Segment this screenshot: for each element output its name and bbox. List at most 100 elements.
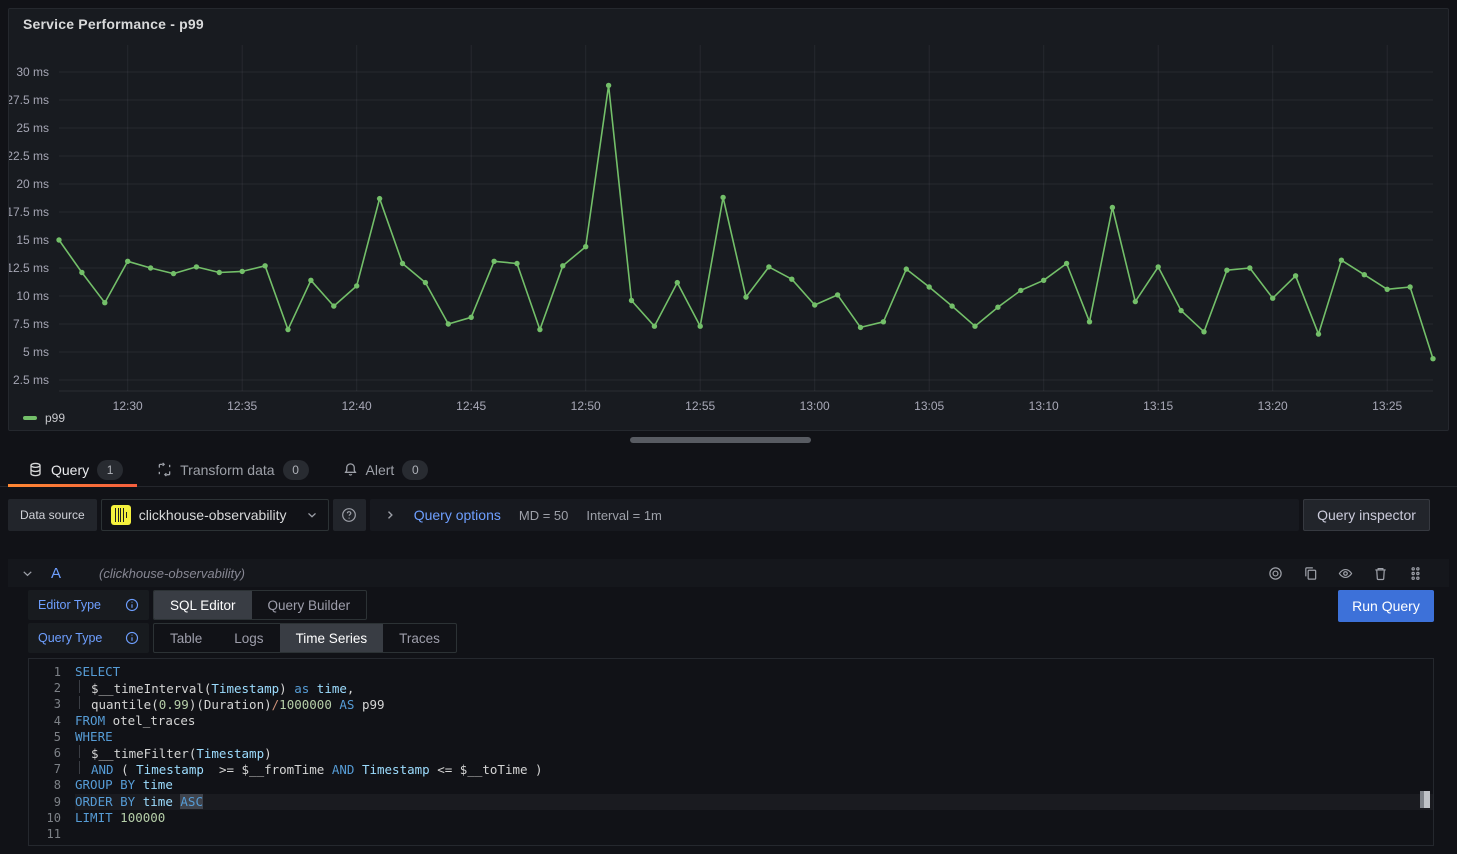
sql-token: >= <box>204 762 242 777</box>
sql-token: ) <box>279 681 287 696</box>
legend-item-p99[interactable]: p99 <box>23 411 65 425</box>
line-number: 5 <box>29 729 61 745</box>
y-tick-label: 10 ms <box>16 289 49 303</box>
tab-count-badge: 1 <box>97 460 123 480</box>
sql-token <box>354 762 362 777</box>
data-point <box>377 196 382 201</box>
eye-icon[interactable] <box>1338 566 1353 581</box>
series-line <box>59 85 1433 358</box>
data-point <box>1201 329 1206 334</box>
sql-token: AS <box>332 697 355 712</box>
sql-token: 0.99 <box>159 697 189 712</box>
panel-scrollbar[interactable] <box>630 437 811 443</box>
query-type-time-series[interactable]: Time Series <box>280 624 384 652</box>
code-line[interactable]: 8 GROUP BY time <box>29 777 1433 793</box>
x-tick-label: 13:15 <box>1143 399 1173 413</box>
data-point <box>56 237 61 242</box>
sql-code-editor[interactable]: 1SELECT2 $__timeInterval(Timestamp) as ti… <box>28 658 1434 846</box>
drag-handle-icon[interactable] <box>1408 566 1423 581</box>
query-row-header[interactable]: A (clickhouse-observability) <box>8 559 1449 587</box>
data-point <box>858 325 863 330</box>
data-point <box>217 270 222 275</box>
y-tick-label: 22.5 ms <box>9 149 49 163</box>
line-number: 3 <box>29 696 61 712</box>
code-text: $__timeFilter(Timestamp) <box>75 745 1433 761</box>
data-point <box>308 278 313 283</box>
timeseries-chart[interactable]: 30 ms27.5 ms25 ms22.5 ms20 ms17.5 ms15 m… <box>9 9 1450 432</box>
data-point <box>583 244 588 249</box>
data-point <box>148 265 153 270</box>
query-type-traces[interactable]: Traces <box>383 624 456 652</box>
y-tick-label: 12.5 ms <box>9 261 49 275</box>
duplicate-icon[interactable] <box>1303 566 1318 581</box>
trash-icon[interactable] <box>1373 566 1388 581</box>
timeseries-panel: 30 ms27.5 ms25 ms22.5 ms20 ms17.5 ms15 m… <box>8 8 1449 431</box>
data-point <box>240 269 245 274</box>
datasource-label: Data source <box>8 499 97 531</box>
code-line[interactable]: 1SELECT <box>29 664 1433 680</box>
editor-type-query-builder[interactable]: Query Builder <box>252 591 367 619</box>
datasource-help-button[interactable] <box>333 499 366 531</box>
editor-type-row: Editor Type SQL Editor Query Builder <box>28 590 367 620</box>
tab-label: Transform data <box>180 462 274 478</box>
data-point <box>881 319 886 324</box>
code-text: WHERE <box>75 729 1433 745</box>
chevron-down-icon[interactable] <box>20 566 35 581</box>
code-line[interactable]: 10LIMIT 100000 <box>29 810 1433 826</box>
data-point <box>789 277 794 282</box>
y-tick-label: 17.5 ms <box>9 205 49 219</box>
clickhouse-logo-icon <box>111 505 131 525</box>
run-query-button[interactable]: Run Query <box>1338 590 1434 622</box>
line-number: 9 <box>29 794 61 810</box>
data-point <box>972 324 977 329</box>
data-point <box>675 280 680 285</box>
query-options-toggle[interactable]: Query options MD = 50 Interval = 1m <box>370 499 1299 531</box>
data-point <box>79 270 84 275</box>
data-point <box>1178 308 1183 313</box>
code-line[interactable]: 2 $__timeInterval(Timestamp) as time, <box>29 680 1433 696</box>
data-point <box>904 266 909 271</box>
code-line[interactable]: 3 quantile(0.99)(Duration)/1000000 AS p99 <box>29 696 1433 712</box>
code-line[interactable]: 6$__timeFilter(Timestamp) <box>29 745 1433 761</box>
sql-token: , <box>347 681 355 696</box>
panel-title: Service Performance - p99 <box>23 16 204 32</box>
line-number: 2 <box>29 680 61 696</box>
editor-type-sql-editor[interactable]: SQL Editor <box>154 591 252 619</box>
sql-token: time <box>135 777 173 792</box>
query-type-table[interactable]: Table <box>154 624 218 652</box>
tab-query[interactable]: Query 1 <box>8 453 137 486</box>
code-text: GROUP BY time <box>75 777 1433 793</box>
query-type-label-text: Query Type <box>38 631 102 645</box>
code-text: $__timeInterval(Timestamp) as time, <box>75 680 1433 696</box>
data-point <box>194 264 199 269</box>
query-inspector-button[interactable]: Query inspector <box>1303 499 1430 531</box>
data-point <box>698 324 703 329</box>
data-point <box>446 321 451 326</box>
data-point <box>1316 331 1321 336</box>
tab-alert[interactable]: Alert 0 <box>323 453 443 486</box>
tab-transform-data[interactable]: Transform data 0 <box>137 453 322 486</box>
record-circle-icon[interactable] <box>1268 566 1283 581</box>
sql-token: Timestamp <box>196 746 264 761</box>
tab-label: Query <box>51 462 89 478</box>
query-options-link[interactable]: Query options <box>414 507 501 523</box>
info-circle-icon[interactable] <box>125 631 139 645</box>
info-circle-icon[interactable] <box>125 598 139 612</box>
sql-token: as <box>287 681 310 696</box>
code-lines: 1SELECT2 $__timeInterval(Timestamp) as ti… <box>29 664 1433 842</box>
sql-token: ) <box>264 746 272 761</box>
code-line[interactable]: 9ORDER BY time ASC <box>29 794 1433 810</box>
indent-guide <box>79 745 91 758</box>
code-line[interactable]: 5 WHERE <box>29 729 1433 745</box>
datasource-select[interactable]: clickhouse-observability <box>101 499 329 531</box>
code-line[interactable]: 4FROM otel_traces <box>29 713 1433 729</box>
tab-count-badge: 0 <box>402 460 428 480</box>
line-number: 8 <box>29 777 61 793</box>
query-type-logs[interactable]: Logs <box>218 624 279 652</box>
code-line[interactable]: 7AND ( Timestamp >= $__fromTime AND Time… <box>29 761 1433 777</box>
sql-token: $__toTime <box>460 762 528 777</box>
y-tick-label: 30 ms <box>16 65 49 79</box>
sql-token: ( <box>114 762 137 777</box>
code-line[interactable]: 11 <box>29 826 1433 842</box>
code-text: quantile(0.99)(Duration)/1000000 AS p99 <box>75 696 1433 712</box>
